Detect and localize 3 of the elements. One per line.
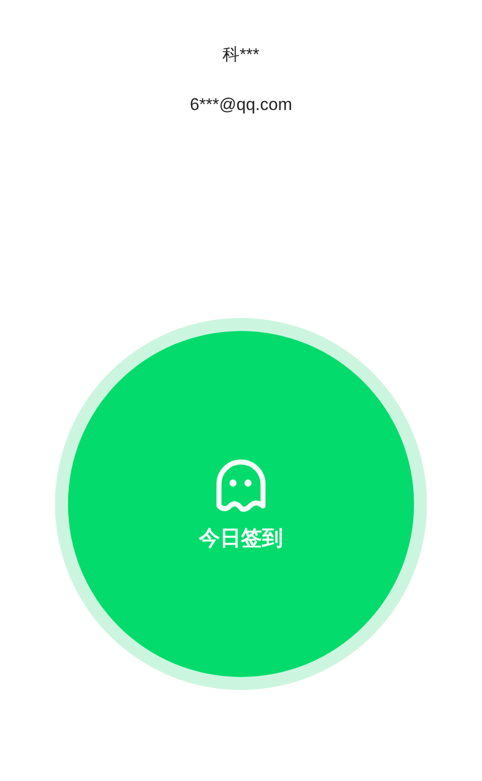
user-name: 科*** bbox=[222, 44, 260, 66]
user-email: 6***@qq.com bbox=[190, 94, 292, 116]
checkin-button[interactable]: 今日签到 bbox=[68, 331, 414, 677]
